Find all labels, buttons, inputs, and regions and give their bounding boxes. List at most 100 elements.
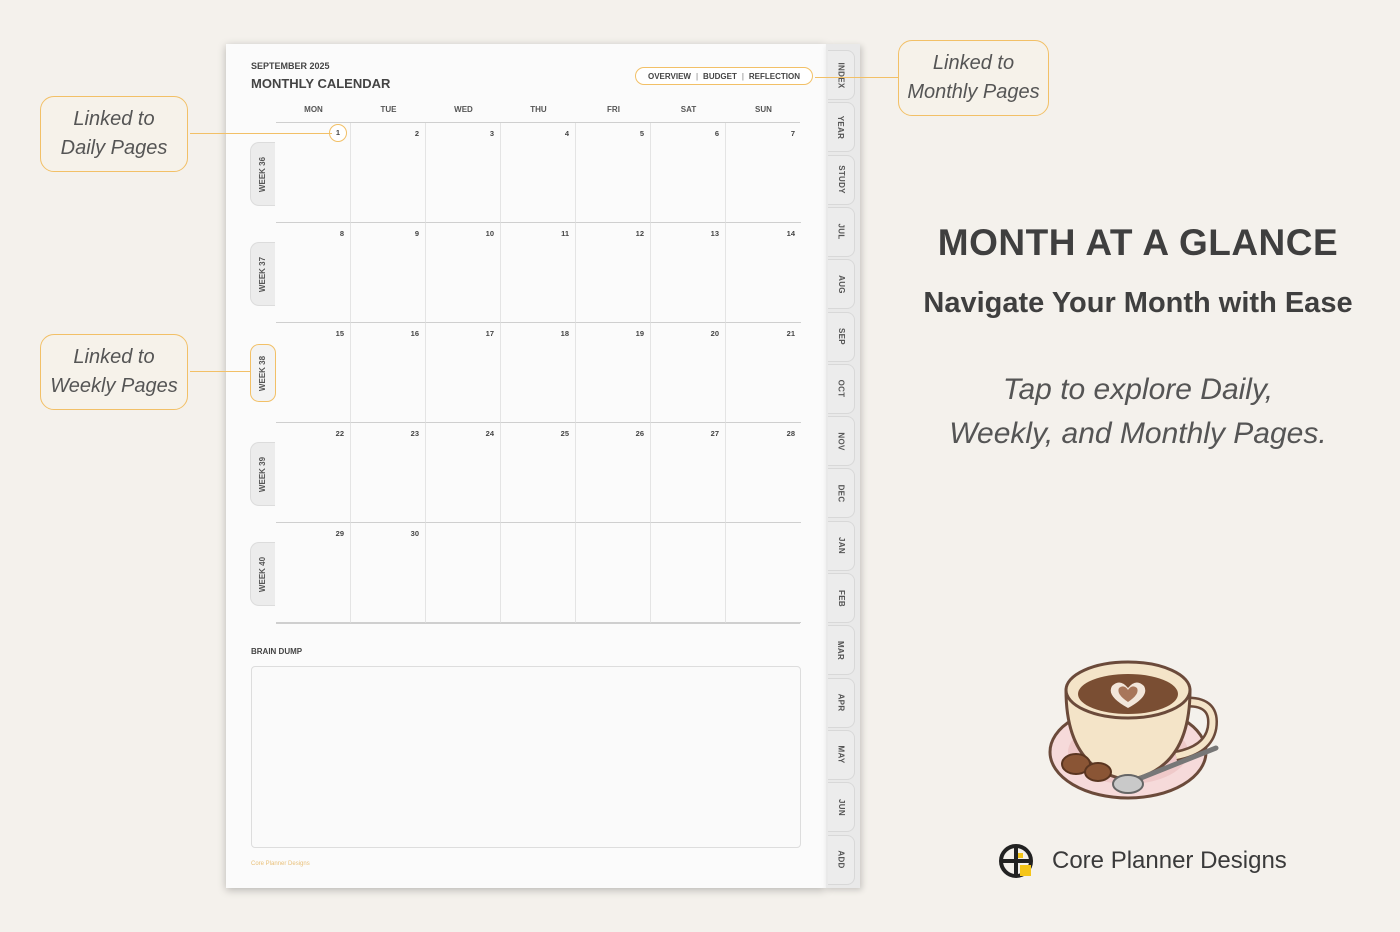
week-tab[interactable]: WEEK 40 [250,542,275,606]
coffee-cup-icon [1048,660,1219,800]
day-number[interactable]: 19 [636,329,644,338]
side-tab-study[interactable]: STUDY [828,154,855,205]
day-cell[interactable]: 4 [501,123,576,223]
day-number[interactable]: 12 [636,229,644,238]
day-cell[interactable]: 18 [501,323,576,423]
day-number[interactable]: 23 [411,429,419,438]
day-cell[interactable]: 5 [576,123,651,223]
day-cell[interactable]: 27 [651,423,726,523]
day-cell[interactable]: 28 [726,423,801,523]
day-cell[interactable]: 7 [726,123,801,223]
side-tab-dec[interactable]: DEC [828,468,855,519]
overview-link[interactable]: OVERVIEW [648,72,691,81]
day-cell[interactable]: 6 [651,123,726,223]
day-number[interactable]: 5 [640,129,644,138]
day-cell[interactable]: 19 [576,323,651,423]
day-cell[interactable]: 8 [276,223,351,323]
day-number[interactable]: 7 [791,129,795,138]
side-tab-jan[interactable]: JAN [828,520,855,571]
day-cell[interactable]: 1 [276,123,351,223]
day-number[interactable]: 17 [486,329,494,338]
side-tab-nov[interactable]: NOV [828,416,855,467]
week-tab[interactable]: WEEK 38 [250,344,276,402]
day-number[interactable]: 27 [711,429,719,438]
week-tab[interactable]: WEEK 39 [250,442,275,506]
day-cell[interactable]: 22 [276,423,351,523]
day-cell[interactable]: 26 [576,423,651,523]
callout-daily-line2: Daily Pages [60,137,168,159]
callout-monthly-line1: Linked to [932,52,1015,74]
day-number[interactable]: 28 [787,429,795,438]
day-cell[interactable]: 15 [276,323,351,423]
day-cell[interactable]: 21 [726,323,801,423]
day-number[interactable]: 14 [787,229,795,238]
day-number[interactable]: 26 [636,429,644,438]
week-tab[interactable]: WEEK 36 [250,142,275,206]
day-number[interactable]: 15 [336,329,344,338]
day-number[interactable]: 24 [486,429,494,438]
day-cell[interactable]: 16 [351,323,426,423]
side-tab-index[interactable]: INDEX [828,50,855,100]
day-cell [651,523,726,623]
side-tab-label: MAY [836,745,846,764]
day-number[interactable]: 29 [336,529,344,538]
side-tab-jul[interactable]: JUL [828,206,855,257]
day-cell[interactable]: 30 [351,523,426,623]
day-number[interactable]: 9 [415,229,419,238]
day-cell[interactable]: 2 [351,123,426,223]
side-tab-add[interactable]: ADD [828,834,855,885]
side-tab-aug[interactable]: AUG [828,259,855,310]
day-cell[interactable]: 13 [651,223,726,323]
side-tab-oct[interactable]: OCT [828,363,855,414]
brain-dump-area[interactable] [251,666,801,848]
callout-daily-line1: Linked to [73,108,155,130]
side-tab-label: NOV [836,431,846,451]
side-tab-apr[interactable]: APR [828,677,855,728]
side-tab-may[interactable]: MAY [828,729,855,780]
side-tab-year[interactable]: YEAR [828,102,855,153]
day-number[interactable]: 22 [336,429,344,438]
reflection-link[interactable]: REFLECTION [749,72,800,81]
day-number[interactable]: 13 [711,229,719,238]
side-tab-sep[interactable]: SEP [828,311,855,362]
day-number[interactable]: 20 [711,329,719,338]
subheadline: Navigate Your Month with Ease [923,287,1353,319]
day-cell[interactable]: 29 [276,523,351,623]
day-number[interactable]: 3 [490,129,494,138]
day-number[interactable]: 25 [561,429,569,438]
day-number[interactable]: 11 [561,229,569,238]
day-cell[interactable]: 23 [351,423,426,523]
day-number[interactable]: 30 [411,529,419,538]
day-number[interactable]: 18 [561,329,569,338]
side-tab-jun[interactable]: JUN [828,782,855,833]
day-number[interactable]: 8 [340,229,344,238]
day-number[interactable]: 16 [411,329,419,338]
day-cell[interactable]: 20 [651,323,726,423]
footer-brand: Core Planner Designs [251,861,310,867]
day-cell[interactable]: 14 [726,223,801,323]
side-tab-mar[interactable]: MAR [828,625,855,676]
day-name: SUN [755,105,772,114]
day-cell[interactable]: 17 [426,323,501,423]
calendar-grid: 1 2 3 4 5 6 7 8 9 10 11 12 13 14 15 16 17 18 19 20 21 22 23 24 2… [276,122,801,624]
week-tab[interactable]: WEEK 37 [250,242,275,306]
day-cell[interactable]: 10 [426,223,501,323]
day-cell[interactable]: 24 [426,423,501,523]
day-cell[interactable]: 12 [576,223,651,323]
day-number[interactable]: 2 [415,129,419,138]
day-number[interactable]: 4 [565,129,569,138]
day-cell[interactable]: 3 [426,123,501,223]
day-number[interactable]: 6 [715,129,719,138]
callout-monthly-line2: Monthly Pages [907,81,1040,103]
day-cell[interactable]: 11 [501,223,576,323]
day-number[interactable]: 10 [486,229,494,238]
budget-link[interactable]: BUDGET [703,72,737,81]
day-cell[interactable]: 9 [351,223,426,323]
day-cell[interactable]: 25 [501,423,576,523]
day-name: SAT [680,105,697,114]
side-tab-feb[interactable]: FEB [828,573,855,623]
side-tab-label: JUN [836,798,846,816]
day-number[interactable]: 21 [787,329,795,338]
side-tab-label: JAN [836,537,846,555]
day-name: FRI [607,105,620,114]
